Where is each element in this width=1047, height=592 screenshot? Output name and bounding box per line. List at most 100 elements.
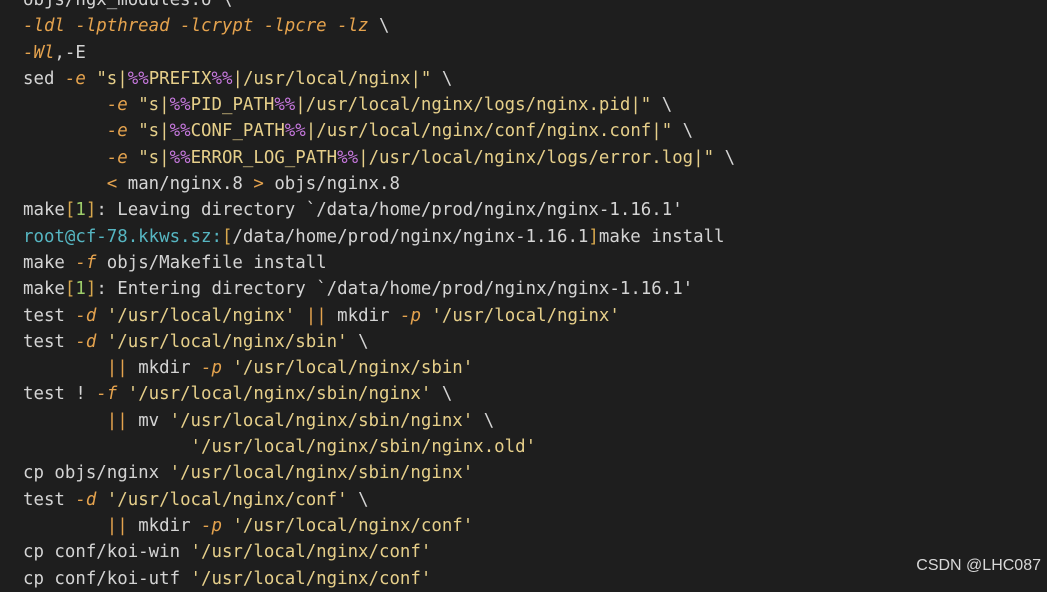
terminal-token: sed [23,68,65,89]
terminal-token: ,-E [54,42,86,63]
terminal-token: -d [75,331,97,352]
terminal-token: make install [598,226,725,247]
terminal-token: : Leaving directory `/data/home/prod/ngi… [96,200,683,221]
terminal-token: ] [85,279,97,300]
terminal-token: -e [106,95,128,116]
terminal-token: root@cf-78.kkws.sz: [23,226,222,247]
terminal-line: < man/nginx.8 > objs/nginx.8 [23,171,735,197]
terminal-token: |/usr/local/nginx/conf/nginx.conf|" [305,121,673,142]
terminal-token: |/usr/local/nginx/logs/nginx.pid|" [295,95,652,116]
terminal-token: objs/ngx_modules.o \ [23,0,233,10]
terminal-token: cp conf/koi-utf [23,568,191,589]
terminal-token: || [106,515,128,536]
terminal-line: '/usr/local/nginx/sbin/nginx.old' [23,434,735,460]
terminal-line: sed -e "s|%%PREFIX%%|/usr/local/nginx|" … [23,66,735,92]
terminal-token: make [23,252,76,273]
terminal-token: mkdir [127,358,202,379]
terminal-token: PID_PATH [190,95,275,116]
terminal-token: man/nginx.8 [117,174,254,195]
terminal-token: \ [347,489,369,510]
terminal-token: '/usr/local/nginx' [420,305,620,326]
terminal-token: < [106,174,118,195]
terminal-token: |/usr/local/nginx|" [232,68,432,89]
terminal-token: '/usr/local/nginx/conf' [221,515,474,536]
terminal-token: cp conf/koi-win [23,542,191,563]
terminal-token: \ [431,68,453,89]
terminal-token: '/usr/local/nginx/conf' [190,542,432,563]
terminal-token: make [23,200,65,221]
terminal-token: -ldl -lpthread -lcrypt -lpcre -lz [23,16,369,37]
terminal-line: -Wl,-E [23,40,735,66]
terminal-token: /data/home/prod/nginx/nginx-1.16.1 [232,226,589,247]
terminal-token: %% [337,147,359,168]
terminal-line: -ldl -lpthread -lcrypt -lpcre -lz \ [23,13,735,39]
terminal-line: test -d '/usr/local/nginx/sbin' \ [23,329,735,355]
terminal-token: test ! [23,384,97,405]
terminal-token: %% [169,121,191,142]
terminal-line: -e "s|%%PID_PATH%%|/usr/local/nginx/logs… [23,92,735,118]
terminal-line: || mkdir -p '/usr/local/nginx/sbin' [23,355,735,381]
terminal-token: -e [106,121,128,142]
terminal-token: [ [64,279,76,300]
terminal-token: \ [473,410,495,431]
terminal-token: > [253,174,264,195]
terminal-token: \ [651,95,673,116]
terminal-token: '/usr/local/nginx/sbin/nginx' [117,384,432,405]
terminal-token: "s| [85,68,128,89]
terminal-token: %% [274,95,296,116]
terminal-line: cp conf/koi-win '/usr/local/nginx/conf' [23,539,735,565]
terminal-token: 1 [75,200,86,221]
terminal-token: || [106,358,128,379]
terminal-token: -d [75,489,97,510]
terminal-token: -p [201,515,222,536]
terminal-token: -e [106,147,128,168]
terminal-token: CONF_PATH [190,121,285,142]
terminal-token: "s| [127,95,170,116]
terminal-token: \ [714,147,736,168]
terminal-line: objs/ngx_modules.o \ [23,0,735,13]
terminal-token: "s| [127,121,170,142]
terminal-token: mv [127,410,170,431]
terminal-token: '/usr/local/nginx/conf' [190,568,432,589]
terminal-token: -Wl [23,42,55,63]
terminal-token: -e [64,68,86,89]
terminal-token: PREFIX [148,68,212,89]
terminal-token: %% [169,147,191,168]
terminal-line: cp conf/koi-utf '/usr/local/nginx/conf' [23,566,735,592]
terminal-line: cp objs/nginx '/usr/local/nginx/sbin/ngi… [23,460,735,486]
terminal-line: root@cf-78.kkws.sz:[/data/home/prod/ngin… [23,224,735,250]
terminal-token: || [305,305,327,326]
terminal-token: '/usr/local/nginx/sbin' [96,331,348,352]
terminal-token: ] [85,200,97,221]
terminal-output: objs/ngx_modules.o \ -ldl -lpthread -lcry… [23,0,735,592]
terminal-token: '/usr/local/nginx/conf' [96,489,348,510]
terminal-token: objs/Makefile install [96,252,327,273]
terminal-token: "s| [127,147,170,168]
terminal-token: -f [75,252,97,273]
terminal-token: \ [672,121,694,142]
terminal-line: -e "s|%%ERROR_LOG_PATH%%|/usr/local/ngin… [23,145,735,171]
terminal-token: test [23,331,76,352]
terminal-token: '/usr/local/nginx/sbin/nginx' [169,463,474,484]
watermark: CSDN @LHC087 [916,557,1041,574]
terminal-token: '/usr/local/nginx/sbin/nginx.old' [190,437,537,458]
terminal-token: make [23,279,65,300]
terminal-token: -f [96,384,118,405]
terminal-token: mkdir [127,515,202,536]
terminal-window[interactable]: objs/ngx_modules.o \ -ldl -lpthread -lcry… [0,0,1047,589]
terminal-token: '/usr/local/nginx/sbin/nginx' [169,410,474,431]
terminal-line: || mv '/usr/local/nginx/sbin/nginx' \ [23,408,735,434]
terminal-token: '/usr/local/nginx/sbin' [221,358,474,379]
terminal-line: -e "s|%%CONF_PATH%%|/usr/local/nginx/con… [23,118,735,144]
terminal-token: || [106,410,128,431]
terminal-token: \ [347,331,369,352]
terminal-token: [ [221,226,233,247]
terminal-token: ] [588,226,599,247]
